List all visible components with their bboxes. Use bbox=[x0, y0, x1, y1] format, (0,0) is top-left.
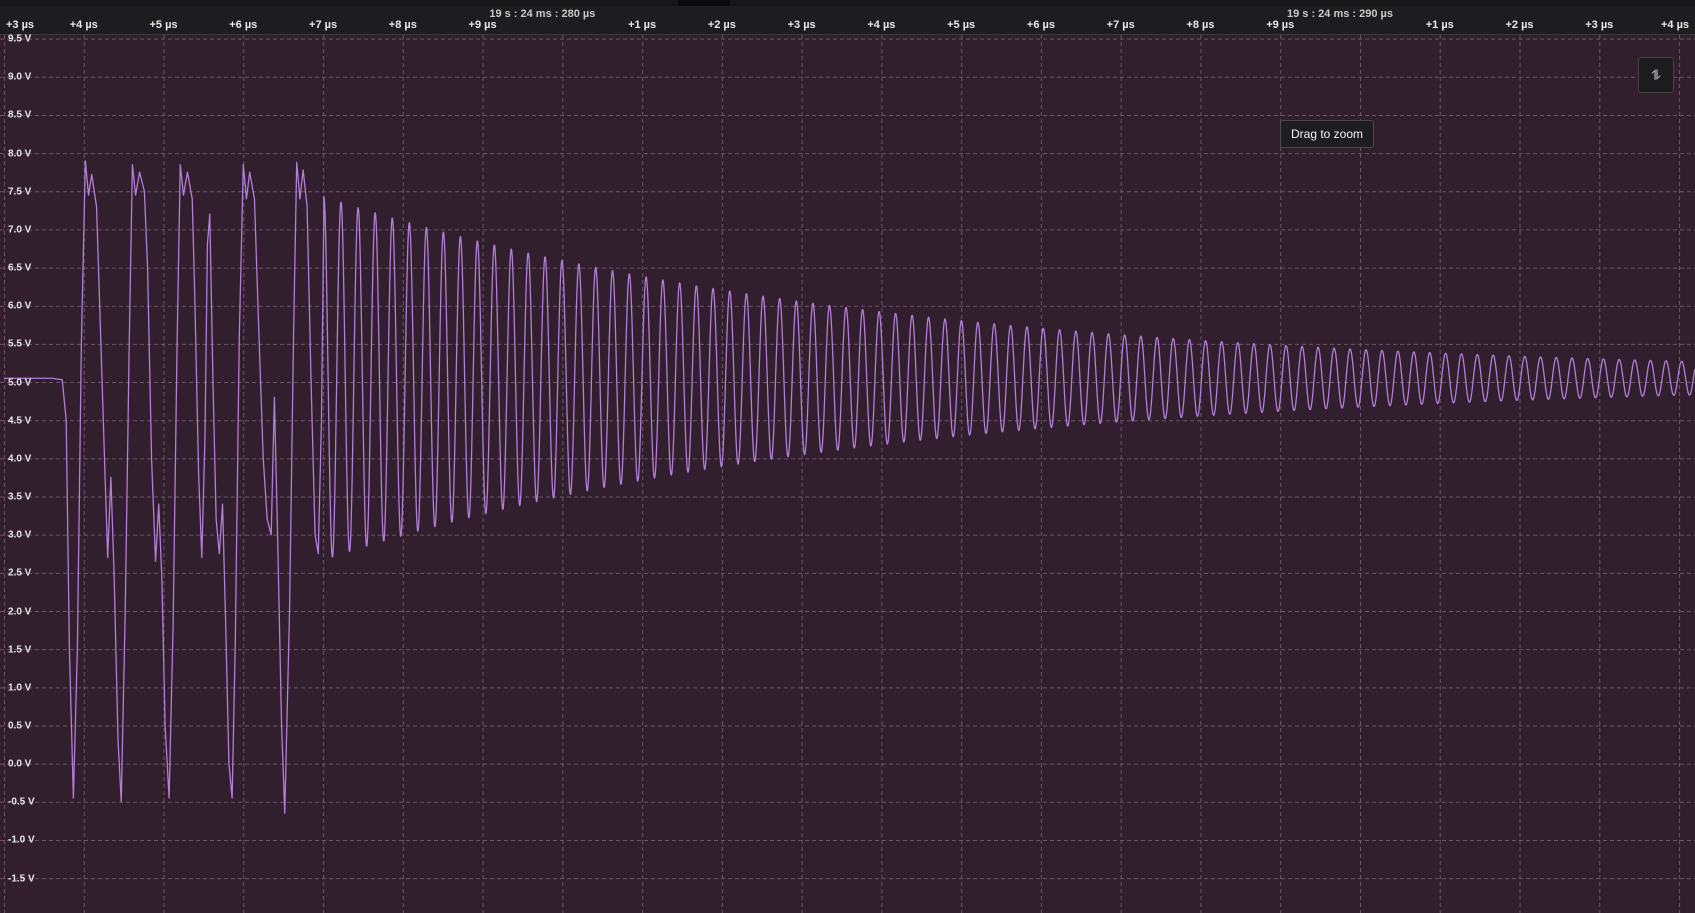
drag-to-zoom-tooltip: Drag to zoom bbox=[1280, 120, 1375, 148]
y-tick-label: 2.0 V bbox=[8, 606, 32, 617]
absolute-time-label: 19 s : 24 ms : 280 µs bbox=[489, 8, 596, 20]
y-tick-label: 9.0 V bbox=[8, 71, 32, 83]
y-tick-label: 5.5 V bbox=[8, 338, 32, 350]
y-tick-label: 5.0 V bbox=[8, 377, 32, 389]
time-tick-label: +9 µs bbox=[1266, 19, 1295, 31]
y-tick-label: -1.0 V bbox=[8, 834, 35, 846]
time-tick-label: +5 µs bbox=[947, 19, 976, 31]
time-tick-label: +1 µs bbox=[628, 19, 657, 31]
time-tick-label: +4 µs bbox=[867, 19, 896, 31]
time-tick-label: +4 µs bbox=[69, 19, 98, 31]
y-tick-label: 2.5 V bbox=[8, 567, 32, 579]
time-tick-label: +8 µs bbox=[388, 19, 417, 31]
time-tick-label: +2 µs bbox=[707, 19, 736, 31]
y-tick-label: 1.5 V bbox=[8, 644, 32, 656]
voltage-chart[interactable] bbox=[0, 35, 1695, 913]
plot-area[interactable]: 9.5 V 9.0 V 8.5 V 8.0 V 7.5 V 7.0 V 6.5 V 6.0 V… bbox=[0, 33, 1695, 913]
y-tick-label: 8.5 V bbox=[8, 109, 32, 121]
time-tick-label: +4 µs bbox=[1660, 19, 1690, 31]
y-tick-label: 1.0 V bbox=[8, 682, 32, 694]
time-tick-label: +7 µs bbox=[309, 19, 338, 31]
fit-vertical-icon: ⥮ bbox=[1650, 67, 1662, 83]
time-tick-label: +6 µs bbox=[229, 19, 258, 31]
ruler-viewport-indicator[interactable] bbox=[678, 0, 730, 6]
y-tick-label: 6.0 V bbox=[8, 300, 32, 312]
y-tick-label: 9.5 V bbox=[8, 33, 32, 45]
time-tick-label: +1 µs bbox=[1425, 19, 1454, 31]
time-tick-label: +7 µs bbox=[1106, 19, 1135, 31]
time-tick-label: +3 µs bbox=[787, 19, 816, 31]
y-tick-label: 7.0 V bbox=[8, 224, 32, 236]
time-ruler[interactable]: 19 s : 24 ms : 280 µs 19 s : 24 ms : 290 … bbox=[0, 0, 1695, 35]
ruler-overview-bar[interactable] bbox=[0, 0, 1695, 6]
y-tick-label: 3.0 V bbox=[8, 529, 32, 541]
y-tick-label: 6.5 V bbox=[8, 262, 32, 274]
y-tick-label: 4.5 V bbox=[8, 415, 32, 427]
time-tick-label: +8 µs bbox=[1186, 19, 1215, 31]
waveform-viewer: 19 s : 24 ms : 280 µs 19 s : 24 ms : 290 … bbox=[0, 0, 1695, 913]
plot-background bbox=[0, 35, 1695, 913]
absolute-time-label: 19 s : 24 ms : 290 µs bbox=[1286, 8, 1393, 20]
fit-vertical-button[interactable]: ⥮ bbox=[1638, 57, 1674, 93]
time-tick-label: +2 µs bbox=[1505, 19, 1534, 31]
y-tick-label: 3.5 V bbox=[8, 491, 32, 503]
time-tick-label: +3 µs bbox=[1585, 19, 1614, 31]
time-tick-label: +9 µs bbox=[468, 19, 497, 31]
y-tick-label: 0.5 V bbox=[8, 720, 32, 732]
y-tick-label: 4.0 V bbox=[8, 453, 32, 465]
time-tick-label: +6 µs bbox=[1026, 19, 1055, 31]
y-tick-label: 8.0 V bbox=[8, 148, 32, 160]
time-tick-label: +5 µs bbox=[149, 19, 178, 31]
y-tick-label: -1.5 V bbox=[8, 873, 35, 885]
time-tick-label: +3 µs bbox=[5, 19, 35, 31]
y-tick-label: 7.5 V bbox=[8, 186, 32, 198]
y-tick-label: -0.5 V bbox=[8, 796, 35, 808]
y-tick-label: 0.0 V bbox=[8, 758, 32, 770]
